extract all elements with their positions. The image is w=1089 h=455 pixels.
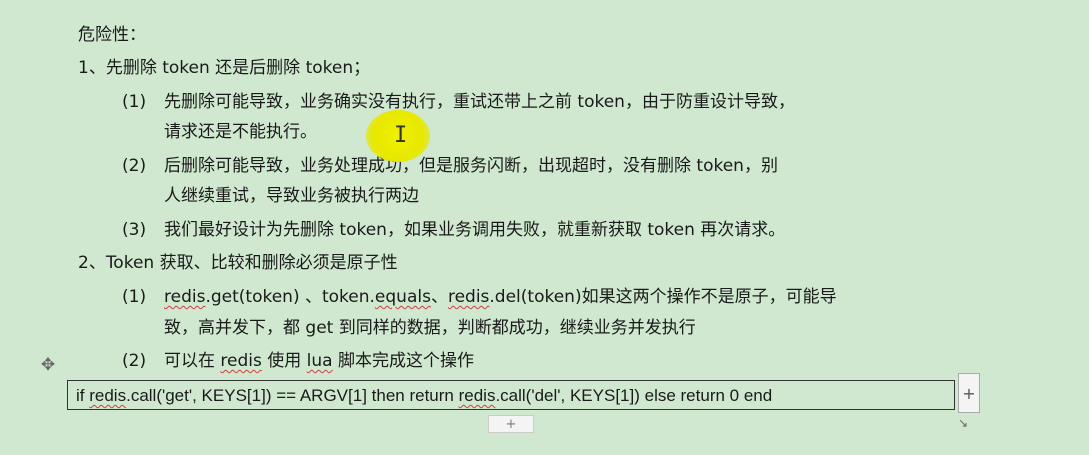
text-run: .del(token)如果这两个操作不是原子，可能导: [489, 287, 837, 307]
text-run: .get(token) 、token.: [205, 287, 375, 307]
spellcheck-word: redis: [220, 351, 262, 371]
section-heading: 危险性：: [78, 25, 146, 45]
table-move-handle-icon[interactable]: ✥: [38, 355, 58, 375]
table-resize-handle-icon[interactable]: ↘: [958, 416, 968, 430]
sub-item-number: (1): [122, 92, 147, 112]
code-run: .call('get', KEYS[1]) == ARGV[1] then re…: [126, 386, 459, 405]
spellcheck-word: lua: [306, 351, 333, 371]
add-column-button[interactable]: +: [958, 373, 980, 413]
text-cursor-icon: I: [394, 123, 408, 148]
sub-item-1-2-line1: 后删除可能导致，业务处理成功，但是服务闪断，出现超时，没有删除 token，别: [164, 156, 778, 176]
text-run: 、: [430, 287, 448, 307]
add-row-button[interactable]: +: [488, 415, 534, 433]
spellcheck-word: redis: [458, 386, 496, 405]
spellcheck-word: redis: [164, 287, 206, 307]
sub-item-number: (2): [122, 156, 147, 176]
sub-item-number: (1): [122, 287, 147, 307]
sub-item-number: (3): [122, 220, 147, 240]
sub-item-1-1-line1: 先删除可能导致，业务确实没有执行，重试还带上之前 token，由于防重设计导致，: [164, 92, 795, 112]
text-run: 可以在: [164, 351, 221, 371]
sub-item-1-1-line2: 请求还是不能执行。: [164, 122, 317, 142]
sub-item-2-1-line2: 致，高并发下，都 get 到同样的数据，判断都成功，继续业务并发执行: [164, 318, 696, 338]
sub-item-1-2-line2: 人继续重试，导致业务被执行两边: [164, 186, 419, 206]
text-run: 脚本完成这个操作: [332, 351, 474, 371]
text-run: 使用: [261, 351, 307, 371]
document-page: 危险性： 1、先删除 token 还是后删除 token； (1) 先删除可能导…: [0, 0, 1089, 455]
spellcheck-word: equals: [374, 287, 431, 307]
code-table-cell[interactable]: if redis.call('get', KEYS[1]) == ARGV[1]…: [67, 380, 955, 410]
sub-item-1-3-line1: 我们最好设计为先删除 token，如果业务调用失败，就重新获取 token 再次…: [164, 220, 786, 240]
code-run: .call('del', KEYS[1]) else return 0 end: [495, 386, 773, 405]
list-item-1: 1、先删除 token 还是后删除 token；: [78, 58, 371, 78]
sub-item-2-2-line1: 可以在 redis 使用 lua 脚本完成这个操作: [164, 350, 474, 372]
sub-item-number: (2): [122, 351, 147, 371]
code-run: if: [76, 386, 90, 405]
spellcheck-word: redis: [89, 386, 127, 405]
sub-item-2-1-line1: redis.get(token) 、token.equals、redis.del…: [164, 286, 837, 308]
spellcheck-word: redis: [447, 287, 490, 307]
list-item-2: 2、Token 获取、比较和删除必须是原子性: [78, 253, 398, 273]
